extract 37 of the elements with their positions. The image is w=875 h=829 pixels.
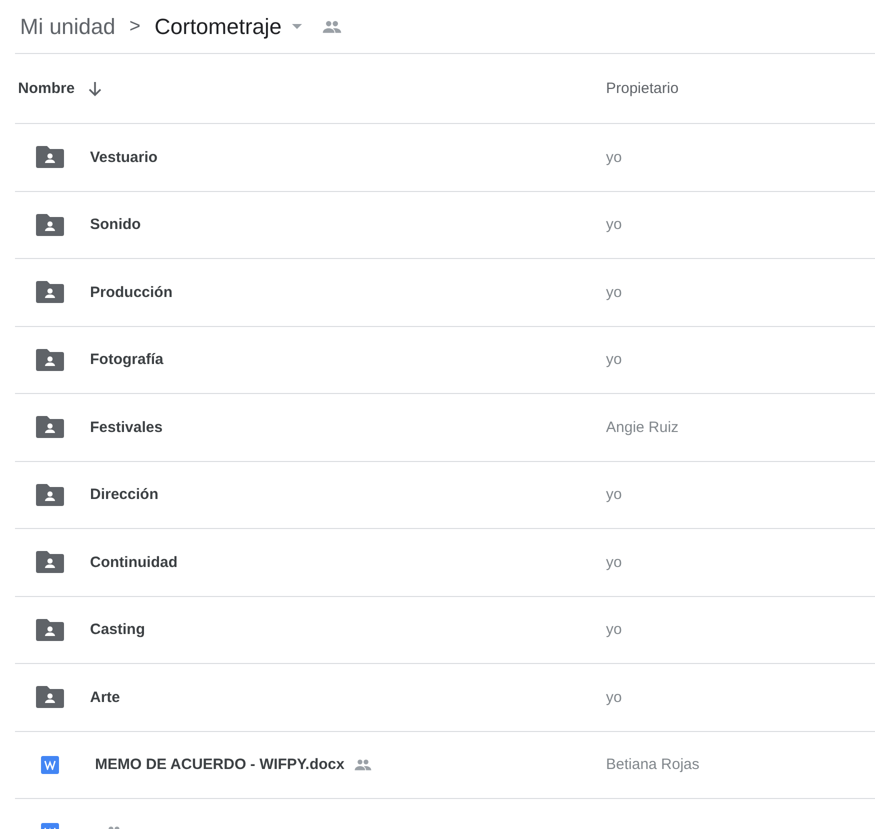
column-header[interactable]: Nombre [18, 80, 75, 97]
owner-name: yo [606, 554, 622, 571]
owner-name: Betiana Rojas [606, 756, 700, 774]
owner-name: yo [606, 688, 622, 706]
shared-folder-icon [36, 416, 64, 438]
file-name[interactable]: Casting [90, 621, 146, 638]
file-name[interactable]: Festivales [90, 418, 163, 436]
shared-folder-icon [36, 146, 64, 168]
column-header[interactable]: Propietario [606, 80, 679, 97]
owner-name: yo [606, 351, 622, 368]
shared-folder-icon [36, 214, 64, 236]
shared-folder-icon [36, 686, 64, 708]
shared-folder-icon [36, 484, 64, 506]
shared-folder-icon [36, 618, 64, 641]
file-name[interactable]: Continuidad [90, 554, 178, 571]
current-folder-title[interactable]: Cortometraje [154, 14, 282, 40]
shared-folder-icon [36, 551, 64, 574]
file-name[interactable]: Dirección [90, 486, 158, 504]
file-name[interactable]: MEMO DE ACUERDO - WIFPY.docx [95, 756, 344, 774]
owner-name: yo [606, 486, 622, 504]
word-document-icon [41, 756, 59, 774]
shared-folder-icon [36, 281, 64, 304]
breadcrumb-separator: > [129, 16, 140, 38]
file-name[interactable]: Fotografía [90, 351, 164, 368]
breadcrumb-link[interactable]: Mi unidad [20, 14, 116, 40]
shared-folder-icon [36, 348, 64, 371]
file-name[interactable]: Vestuario [90, 148, 158, 166]
owner-name: yo [606, 621, 622, 638]
caret-icon[interactable] [292, 24, 302, 29]
arrow-down-icon[interactable] [86, 80, 103, 96]
file-name[interactable]: Sonido [90, 216, 141, 234]
owner-name: yo [606, 284, 622, 301]
owner-name: yo [606, 216, 622, 234]
owner-name: Angie Ruiz [606, 418, 679, 436]
file-name[interactable]: Arte [90, 688, 120, 706]
owner-name: yo [606, 148, 622, 166]
file-name[interactable]: Producción [90, 284, 173, 301]
